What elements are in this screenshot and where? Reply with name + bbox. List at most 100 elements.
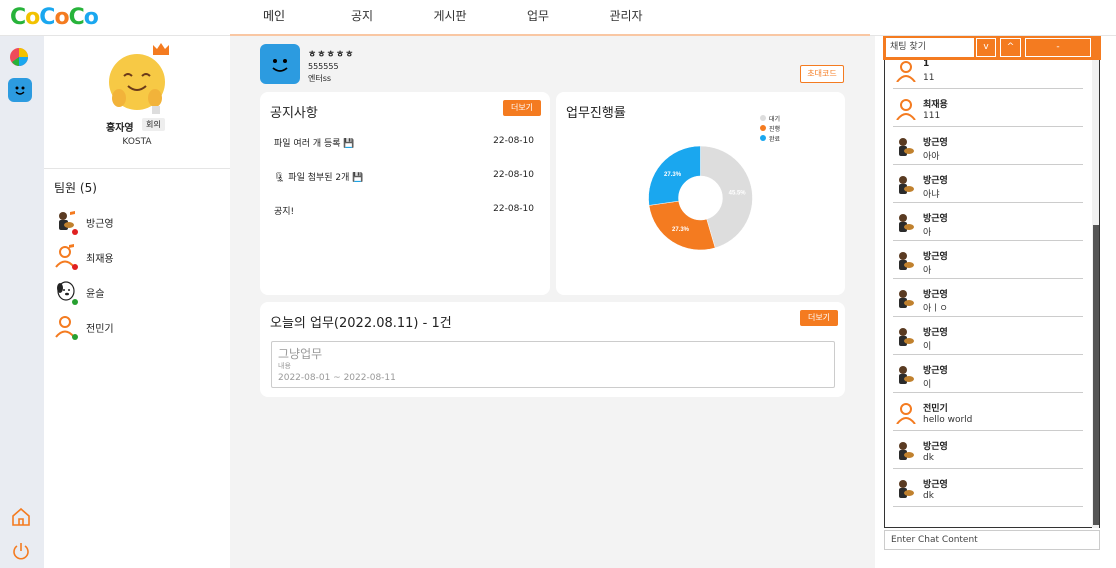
project-smile-icon[interactable] xyxy=(8,78,32,102)
project-icon xyxy=(260,44,300,84)
chat-message-text: 아아 xyxy=(923,152,940,162)
task-item[interactable]: 그냥업무 내용 2022-08-01 ~ 2022-08-11 xyxy=(271,341,835,388)
notice-row-date: 22-08-10 xyxy=(493,136,534,146)
progress-card: 업무진행률 대기 진행 완료 45.5% 27.3% 27.3% xyxy=(556,92,845,295)
chat-message[interactable]: 방근영아냐 xyxy=(893,166,1083,203)
project-title: ㅎㅎㅎㅎㅎ xyxy=(308,50,355,60)
home-icon[interactable] xyxy=(10,506,32,528)
chat-message-text: dk xyxy=(923,491,934,501)
chat-search-down-button[interactable]: v xyxy=(976,38,996,57)
chat-message-text: hello world xyxy=(923,415,973,425)
nav-notice[interactable]: 공지 xyxy=(318,0,406,36)
guitar-avatar-icon xyxy=(895,478,917,500)
notice-row-date: 22-08-10 xyxy=(493,204,534,214)
invite-code-button[interactable]: 초대코드 xyxy=(800,65,844,83)
chat-message-sender: 방근영 xyxy=(923,366,948,376)
person-avatar-icon xyxy=(895,98,917,121)
chat-scrollbar[interactable] xyxy=(1092,60,1100,528)
chat-message-sender: 전민기 xyxy=(923,404,948,414)
main-nav: 메인 공지 게시판 업무 관리자 xyxy=(230,0,670,36)
chat-message-sender: 방근영 xyxy=(923,480,948,490)
notice-title: 공지사항 xyxy=(270,106,318,121)
member-name: 윤슬 xyxy=(86,289,105,300)
nav-main[interactable]: 메인 xyxy=(230,0,318,36)
divider xyxy=(44,168,230,169)
task-name: 그냥업무 xyxy=(278,347,323,361)
notice-row[interactable]: 공지! 22-08-10 xyxy=(274,204,534,217)
chat-message-text: 아ㅣㅇ xyxy=(923,304,948,314)
top-bar: CoCoCo 메인 공지 게시판 업무 관리자 xyxy=(0,0,1116,36)
chat-search-input[interactable]: 채팅 찾기 xyxy=(886,38,974,57)
status-online-dot xyxy=(72,334,78,340)
chat-message-sender: 방근영 xyxy=(923,138,948,148)
chat-scroll-thumb[interactable] xyxy=(1093,225,1099,525)
notice-card: 공지사항 더보기 파일 여러 개 등록 💾 22-08-10 🗜 파일 첨부된 … xyxy=(260,92,550,295)
profile-avatar[interactable] xyxy=(106,52,168,114)
guitar-avatar-icon xyxy=(895,288,917,310)
guitar-avatar-icon xyxy=(895,212,917,234)
project-switch-colorful-icon[interactable] xyxy=(8,44,32,68)
nav-task[interactable]: 업무 xyxy=(494,0,582,36)
chat-message[interactable]: 방근영 dk xyxy=(893,470,1083,507)
chat-message[interactable]: 최재용 111 xyxy=(893,90,1083,127)
notice-more-button[interactable]: 더보기 xyxy=(503,100,541,116)
chat-message-text: 111 xyxy=(923,111,941,121)
app-logo[interactable]: CoCoCo xyxy=(10,5,99,30)
progress-donut-chart: 45.5% 27.3% 27.3% xyxy=(648,145,753,251)
power-icon[interactable] xyxy=(10,540,32,562)
nav-board[interactable]: 게시판 xyxy=(406,0,494,36)
chat-message-text: 아냐 xyxy=(923,190,940,200)
chat-minimize-button[interactable]: - xyxy=(1025,38,1091,57)
pie-data-label: 27.3% xyxy=(672,227,690,233)
guitar-avatar-icon xyxy=(895,136,917,158)
chat-message[interactable]: 1 11 xyxy=(893,60,1083,89)
chat-message-text: 이 xyxy=(923,342,932,352)
guitar-avatar-icon xyxy=(895,250,917,272)
chat-message-sender: 최재용 xyxy=(923,100,948,110)
chat-message[interactable]: 방근영 아 xyxy=(893,242,1083,279)
today-task-title: 오늘의 업무(2022.08.11) - 1건 xyxy=(270,316,452,331)
task-period: 2022-08-01 ~ 2022-08-11 xyxy=(278,373,396,383)
role-badge: 회의 xyxy=(142,118,165,131)
chat-search-up-button[interactable]: ^ xyxy=(1000,38,1021,57)
chat-message[interactable]: 방근영아아 xyxy=(893,128,1083,165)
left-rail xyxy=(0,36,44,568)
notice-row-title: 공지! xyxy=(274,207,295,217)
team-title: 팀원 (5) xyxy=(54,181,97,195)
chat-message-text: dk xyxy=(923,453,934,463)
notice-row-date: 22-08-10 xyxy=(493,170,534,180)
status-offline-dot xyxy=(72,264,78,270)
pie-data-label: 45.5% xyxy=(729,191,747,197)
nav-admin[interactable]: 관리자 xyxy=(582,0,670,36)
notice-row[interactable]: 🗜 파일 첨부된 2개 💾 22-08-10 xyxy=(274,170,534,183)
chat-message-sender: 방근영 xyxy=(923,442,948,452)
team-member[interactable]: 윤슬 xyxy=(52,277,222,305)
notice-row-title: 파일 여러 개 등록 💾 xyxy=(274,139,355,149)
chat-message-sender: 방근영 xyxy=(923,176,948,186)
status-online-dot xyxy=(72,299,78,305)
team-member[interactable]: 전민기 xyxy=(52,312,222,340)
pie-slice-진행 xyxy=(648,200,716,251)
chat-message[interactable]: 방근영 아ㅣㅇ xyxy=(893,280,1083,317)
chat-message[interactable]: 방근영 아 xyxy=(893,204,1083,241)
today-task-card: 오늘의 업무(2022.08.11) - 1건 더보기 그냥업무 내용 2022… xyxy=(260,302,845,397)
team-member[interactable]: 최재용 xyxy=(52,242,222,270)
chat-message-sender: 방근영 xyxy=(923,328,948,338)
project-description: 엔터ss xyxy=(308,74,332,83)
member-name: 최재용 xyxy=(86,254,114,265)
person-avatar-icon xyxy=(895,60,917,83)
chat-message[interactable]: 방근영이 xyxy=(893,318,1083,355)
team-member[interactable]: 방근영 xyxy=(52,207,222,235)
notice-row[interactable]: 파일 여러 개 등록 💾 22-08-10 xyxy=(274,136,534,149)
guitar-avatar-icon xyxy=(895,364,917,386)
profile-org: KOSTA xyxy=(122,137,152,147)
chat-message[interactable]: 전민기 hello world xyxy=(893,394,1083,431)
chat-input[interactable]: Enter Chat Content xyxy=(884,530,1100,550)
chat-message-text: 이 xyxy=(923,380,932,390)
chat-message[interactable]: 방근영 dk xyxy=(893,432,1083,469)
chat-message-list[interactable]: 1 11 최재용 111 방근영 아아 방근영 아냐 방근영 아 방근영 아 방근영 아ㅣㅇ 방근영 이 방근영… xyxy=(884,60,1092,528)
profile-name: 홍자영 xyxy=(106,123,134,134)
chat-message[interactable]: 방근영이 xyxy=(893,356,1083,393)
main-content: ㅎㅎㅎㅎㅎ 555555 엔터ss 초대코드 공지사항 더보기 파일 여러 개 … xyxy=(230,36,875,568)
today-more-button[interactable]: 더보기 xyxy=(800,310,838,326)
